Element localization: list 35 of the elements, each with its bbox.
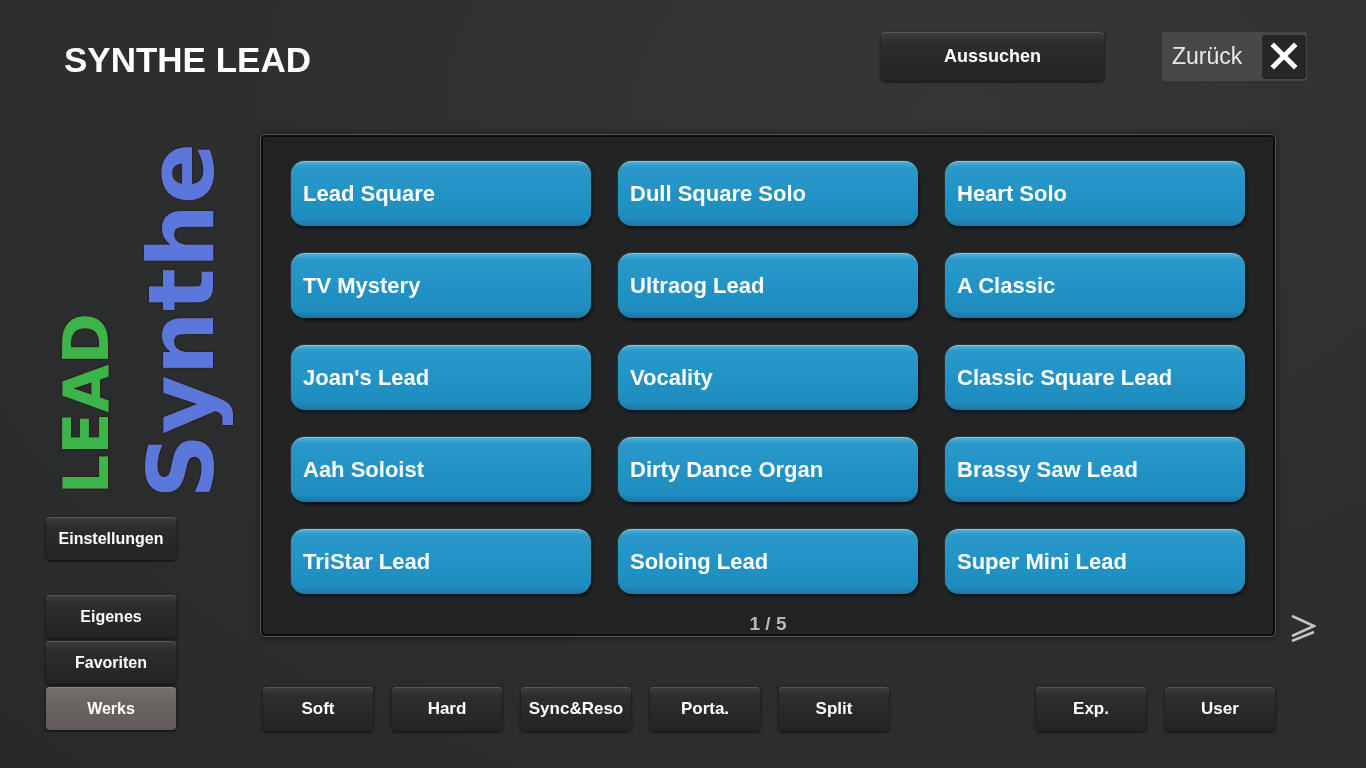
logo-word: Synthe [128,142,235,501]
sound-button[interactable]: Brassy Saw Lead [945,437,1245,502]
close-icon[interactable] [1262,34,1306,79]
logo-word: LEAD [56,312,118,497]
sound-button[interactable]: A Classic [945,253,1245,318]
double-chevron-icon [1290,614,1316,642]
page-indicator: 1 / 5 [749,614,787,634]
sound-button[interactable]: Super Mini Lead [945,529,1245,594]
sound-button[interactable]: Ultraog Lead [618,253,918,318]
sound-button[interactable]: Aah Soloist [291,437,591,502]
page-title: SYNTHE LEAD [64,42,311,77]
filter-button[interactable]: Soft [263,687,373,731]
settings-button[interactable]: Einstellungen [46,517,176,560]
sound-button[interactable]: Dull Square Solo [618,161,918,226]
category-tab[interactable]: Werks [46,687,176,730]
next-page-button[interactable] [1290,614,1316,642]
sound-button[interactable]: Soloing Lead [618,529,918,594]
filter-button[interactable]: Hard [392,687,502,731]
category-tab[interactable]: Favoriten [46,641,176,684]
category-tab[interactable]: Eigenes [46,595,176,638]
sound-button[interactable]: Dirty Dance Organ [618,437,918,502]
filter-button[interactable]: Sync&Reso [521,687,631,731]
sound-button[interactable]: Vocality [618,345,918,410]
sound-button[interactable]: Heart Solo [945,161,1245,226]
sound-button[interactable]: TriStar Lead [291,529,591,594]
search-button[interactable]: Aussuchen [881,32,1104,81]
filter-button[interactable]: Porta. [650,687,760,731]
sound-button[interactable]: Joan's Lead [291,345,591,410]
sound-button[interactable]: Classic Square Lead [945,345,1245,410]
back-button[interactable]: Zurück [1162,32,1307,81]
option-button[interactable]: User [1165,687,1275,731]
filter-button[interactable]: Split [779,687,889,731]
sound-button[interactable]: Lead Square [291,161,591,226]
option-button[interactable]: Exp. [1036,687,1146,731]
sound-button[interactable]: TV Mystery [291,253,591,318]
